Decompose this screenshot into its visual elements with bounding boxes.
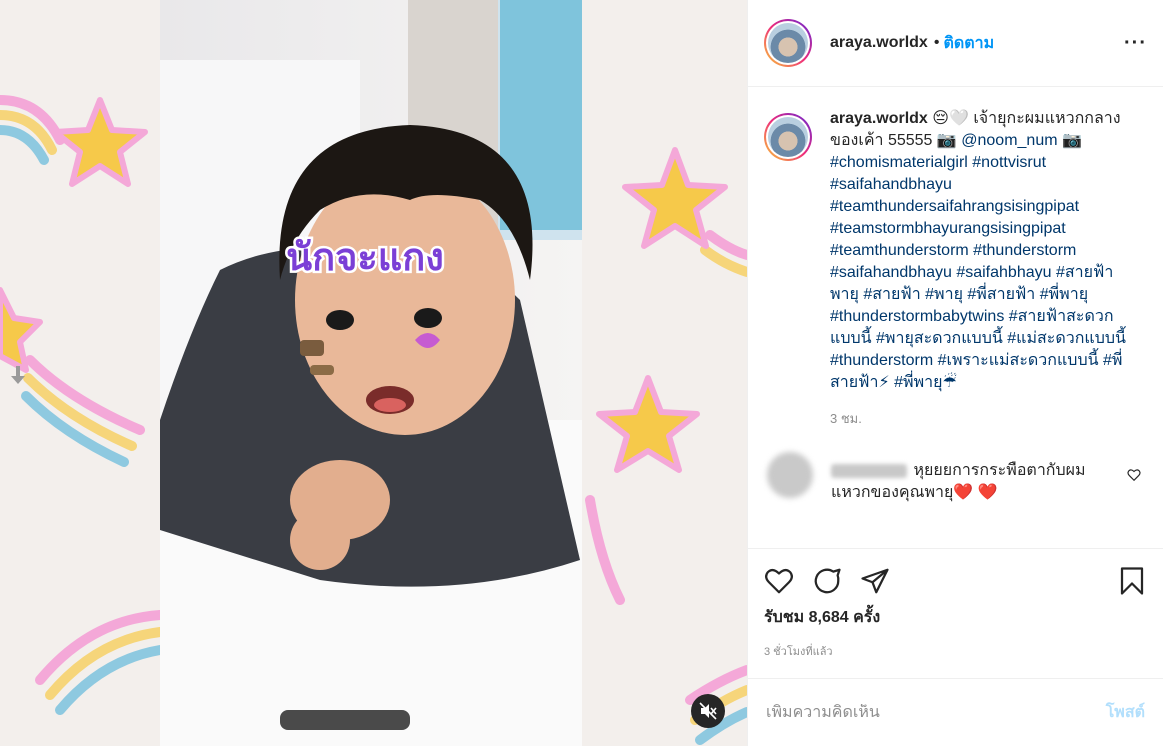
save-bookmark-icon[interactable] [1117, 566, 1147, 596]
commenter-avatar[interactable] [767, 452, 813, 498]
comment-like-heart-icon[interactable] [1127, 468, 1141, 482]
caption-hashtags[interactable]: #chomismaterialgirl #nottvisrut #saifaha… [830, 154, 1126, 391]
comments-scroll-area[interactable]: araya.worldx 😔🤍 เจ้ายุกะผมแหวกกลางของเค้… [748, 87, 1163, 548]
caption-text: araya.worldx 😔🤍 เจ้ายุกะผมแหวกกลางของเค้… [830, 108, 1130, 430]
header-username[interactable]: araya.worldx [830, 34, 928, 52]
caption-username[interactable]: araya.worldx [830, 110, 928, 127]
post-comment-button[interactable]: โพสต์ [1106, 700, 1145, 725]
commenter-username-blurred[interactable] [831, 463, 907, 478]
media-panel: นักจะแกง [0, 0, 747, 746]
comment-input[interactable] [766, 703, 1106, 722]
caption-mention[interactable]: @noom_num [961, 132, 1057, 149]
post-time[interactable]: 3 ชั่วโมงที่แล้ว [764, 642, 1147, 660]
post-side-panel: araya.worldx • ติดตาม ··· araya.worldx 😔… [747, 0, 1163, 746]
post-viewer: นักจะแกง araya.worldx • ติดตาม ··· araya… [0, 0, 1163, 746]
sticker-text: นักจะแกง [286, 235, 444, 279]
video-player[interactable]: นักจะแกง [160, 0, 582, 746]
like-heart-icon[interactable] [764, 566, 794, 596]
caption: araya.worldx 😔🤍 เจ้ายุกะผมแหวกกลางของเค้… [764, 103, 1147, 430]
post-header: araya.worldx • ติดตาม ··· [748, 0, 1163, 87]
caption-time[interactable]: 3 ชม. [830, 408, 1130, 430]
avatar[interactable] [764, 19, 812, 67]
caption-avatar[interactable] [764, 113, 812, 161]
header-separator: • [933, 34, 940, 51]
download-arrow-icon [11, 366, 25, 384]
view-count[interactable]: รับชม 8,684 ครั้ง [764, 605, 1147, 630]
caption-body-2: 📷 [1057, 132, 1082, 149]
mute-button[interactable] [691, 694, 725, 728]
speaker-muted-icon [699, 702, 717, 720]
add-comment-bar: โพสต์ [748, 678, 1163, 746]
comment-text-wrapper: หุยยยการกระพือตากับผมแหวกของคุณพายุ❤️ ❤️ [831, 460, 1121, 504]
more-options-icon[interactable]: ··· [1124, 32, 1147, 55]
share-paper-plane-icon[interactable] [860, 566, 890, 596]
follow-button[interactable]: ติดตาม [943, 31, 994, 56]
comment-bubble-icon[interactable] [812, 566, 842, 596]
post-actions: รับชม 8,684 ครั้ง 3 ชั่วโมงที่แล้ว [748, 548, 1163, 678]
comment-item: หุยยยการกระพือตากับผมแหวกของคุณพายุ❤️ ❤️ [764, 452, 1147, 504]
action-icons-row [764, 561, 1147, 601]
